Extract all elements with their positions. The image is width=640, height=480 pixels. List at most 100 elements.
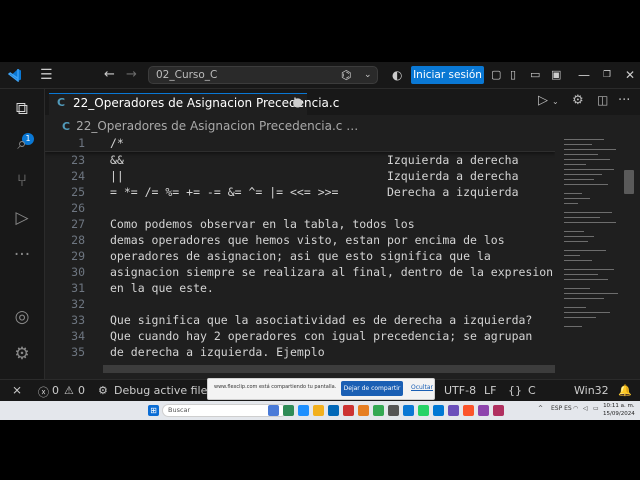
hide-link[interactable]: Ocultar xyxy=(411,384,433,391)
platform-label[interactable]: Win32 xyxy=(574,384,609,397)
more-icon[interactable]: ··· xyxy=(10,243,34,267)
breadcrumb-more[interactable]: … xyxy=(346,119,358,133)
line-number: 34 xyxy=(71,329,85,343)
errors-icon[interactable]: ⓧ xyxy=(38,384,49,400)
taskbar-app-icon[interactable] xyxy=(448,405,459,416)
errors-count[interactable]: 0 xyxy=(52,384,59,397)
c-file-icon: C xyxy=(57,96,66,109)
code-line: de derecha a izquierda. Ejemplo xyxy=(110,345,325,359)
debug-icon[interactable]: ⚙ xyxy=(98,384,108,397)
line-number: 30 xyxy=(71,265,85,279)
line-number: 33 xyxy=(71,313,85,327)
volume-icon[interactable]: ◁ xyxy=(583,405,588,412)
whatsapp-icon[interactable] xyxy=(418,405,429,416)
search-icon[interactable]: ⌕ xyxy=(10,132,34,156)
taskbar-app-icon[interactable] xyxy=(358,405,369,416)
copilot-icon[interactable]: ⌬ xyxy=(341,62,351,88)
run-debug-icon[interactable]: ▷ xyxy=(10,206,34,230)
remote-indicator-icon[interactable]: ⨯ xyxy=(12,383,22,397)
customize-layout-icon[interactable]: ▣ xyxy=(551,62,561,88)
toggle-sidebar-icon[interactable]: ▯ xyxy=(510,62,516,88)
eol-label[interactable]: LF xyxy=(484,384,496,397)
edge-icon[interactable] xyxy=(298,405,309,416)
line-number: 24 xyxy=(71,169,85,183)
run-file-icon[interactable]: ▷ xyxy=(538,93,548,108)
notifications-bell-icon[interactable]: 🔔 xyxy=(618,384,632,397)
code-line: operadores de asignacion; asi que esto s… xyxy=(110,249,491,263)
toggle-panel-icon[interactable]: ▢ xyxy=(491,62,501,88)
command-center-label: 02_Curso_C xyxy=(156,69,218,81)
windows-taskbar: ⊞ Buscar ^ ESP ES ◠ ◁ ▭ 10:11 a. m. 15/0… xyxy=(0,401,640,420)
taskbar-app-icon[interactable] xyxy=(268,405,279,416)
taskbar-app-icon[interactable] xyxy=(283,405,294,416)
warnings-count[interactable]: 0 xyxy=(78,384,85,397)
taskbar-app-icon[interactable] xyxy=(433,405,444,416)
title-bar: ☰ ← → 02_Curso_C ⌬ ⌄ ◐ Iniciar sesión ▢ … xyxy=(0,62,640,89)
breadcrumb-file[interactable]: 22_Operadores de Asignacion Precedencia.… xyxy=(76,119,342,133)
tray-chevron-icon[interactable]: ^ xyxy=(538,405,543,412)
split-editor-icon[interactable]: ◫ xyxy=(597,93,608,107)
battery-icon[interactable]: ▭ xyxy=(593,405,599,412)
activity-bar: ⧉ 1 ⌕ ⑂ ▷ ··· ◎ ⚙ xyxy=(0,89,45,379)
code-line: demas operadores que hemos visto, estan … xyxy=(110,233,505,247)
line-number: 35 xyxy=(71,345,85,359)
file-explorer-icon[interactable] xyxy=(313,405,324,416)
taskbar-app-icon[interactable] xyxy=(388,405,399,416)
forward-arrow-icon[interactable]: → xyxy=(126,62,137,88)
sticky-scroll-header[interactable]: 1 /* xyxy=(45,135,555,152)
code-line: en la que este. xyxy=(110,281,214,295)
store-icon[interactable] xyxy=(328,405,339,416)
taskbar-clock[interactable]: 10:11 a. m. 15/09/2024 xyxy=(603,402,635,418)
wifi-icon[interactable]: ◠ xyxy=(573,405,578,412)
minimize-icon[interactable]: — xyxy=(578,62,590,88)
taskbar-app-icon[interactable] xyxy=(343,405,354,416)
minimap[interactable] xyxy=(560,135,622,379)
brave-icon[interactable] xyxy=(463,405,474,416)
chevron-down-icon[interactable]: ⌄ xyxy=(364,62,372,88)
code-line: /* xyxy=(110,136,124,150)
encoding-label[interactable]: UTF-8 xyxy=(444,384,476,397)
restore-icon[interactable]: ❐ xyxy=(603,62,611,88)
language-indicator[interactable]: ESP ES xyxy=(551,405,572,412)
accounts-shield-icon[interactable]: ◐ xyxy=(392,62,402,88)
account-icon[interactable]: ◎ xyxy=(10,305,34,329)
code-line: Que significa que la asociatividad es de… xyxy=(110,313,533,327)
editor-settings-icon[interactable]: ⚙ xyxy=(572,93,584,108)
back-arrow-icon[interactable]: ← xyxy=(104,62,115,88)
more-actions-icon[interactable]: ··· xyxy=(618,93,630,108)
line-number: 31 xyxy=(71,281,85,295)
taskbar-app-icon[interactable] xyxy=(493,405,504,416)
signin-button[interactable]: Iniciar sesión xyxy=(411,66,484,84)
line-number: 23 xyxy=(71,153,85,167)
run-dropdown-icon[interactable]: ⌄ xyxy=(552,97,559,106)
menu-icon[interactable]: ☰ xyxy=(40,62,53,88)
taskbar-app-icon[interactable] xyxy=(478,405,489,416)
tab-active-file[interactable]: C 22_Operadores de Asignacion Precedenci… xyxy=(49,93,339,115)
gear-icon[interactable]: ⚙ xyxy=(10,342,34,366)
chrome-icon[interactable] xyxy=(373,405,384,416)
share-message: www.flexclip.com está compartiendo tu pa… xyxy=(214,384,337,390)
warnings-icon[interactable]: ⚠ xyxy=(64,384,74,397)
code-line: asignacion siempre se realizara al final… xyxy=(110,265,554,279)
explorer-icon[interactable]: ⧉ xyxy=(10,97,34,121)
breadcrumb-c-icon: C xyxy=(62,120,71,133)
code-line: Como podemos observar en la tabla, todos… xyxy=(110,217,415,231)
source-control-icon[interactable]: ⑂ xyxy=(10,169,34,193)
unsaved-dot-icon[interactable]: ● xyxy=(293,95,303,109)
braces-icon[interactable]: {} xyxy=(508,384,522,397)
language-mode[interactable]: C xyxy=(528,384,536,397)
vscode-window: ☰ ← → 02_Curso_C ⌬ ⌄ ◐ Iniciar sesión ▢ … xyxy=(0,62,640,420)
screen-share-banner: www.flexclip.com está compartiendo tu pa… xyxy=(207,378,435,400)
vscode-taskbar-icon[interactable] xyxy=(403,405,414,416)
line-number: 29 xyxy=(71,249,85,263)
windows-start-icon[interactable]: ⊞ xyxy=(148,405,159,416)
close-window-icon[interactable]: ✕ xyxy=(625,62,635,88)
breadcrumb[interactable]: C 22_Operadores de Asignacion Precedencia… xyxy=(62,119,358,135)
stop-sharing-button[interactable]: Dejar de compartir xyxy=(341,381,403,396)
code-editor[interactable]: 1 /* 23 && Izquierda a derecha 24 || Izq… xyxy=(45,135,555,379)
vertical-scrollbar-thumb[interactable] xyxy=(624,170,634,194)
horizontal-scrollbar[interactable] xyxy=(103,365,555,373)
line-number: 32 xyxy=(71,297,85,311)
toggle-bottom-panel-icon[interactable]: ▭ xyxy=(530,62,540,88)
taskbar-search-placeholder: Buscar xyxy=(168,406,191,414)
